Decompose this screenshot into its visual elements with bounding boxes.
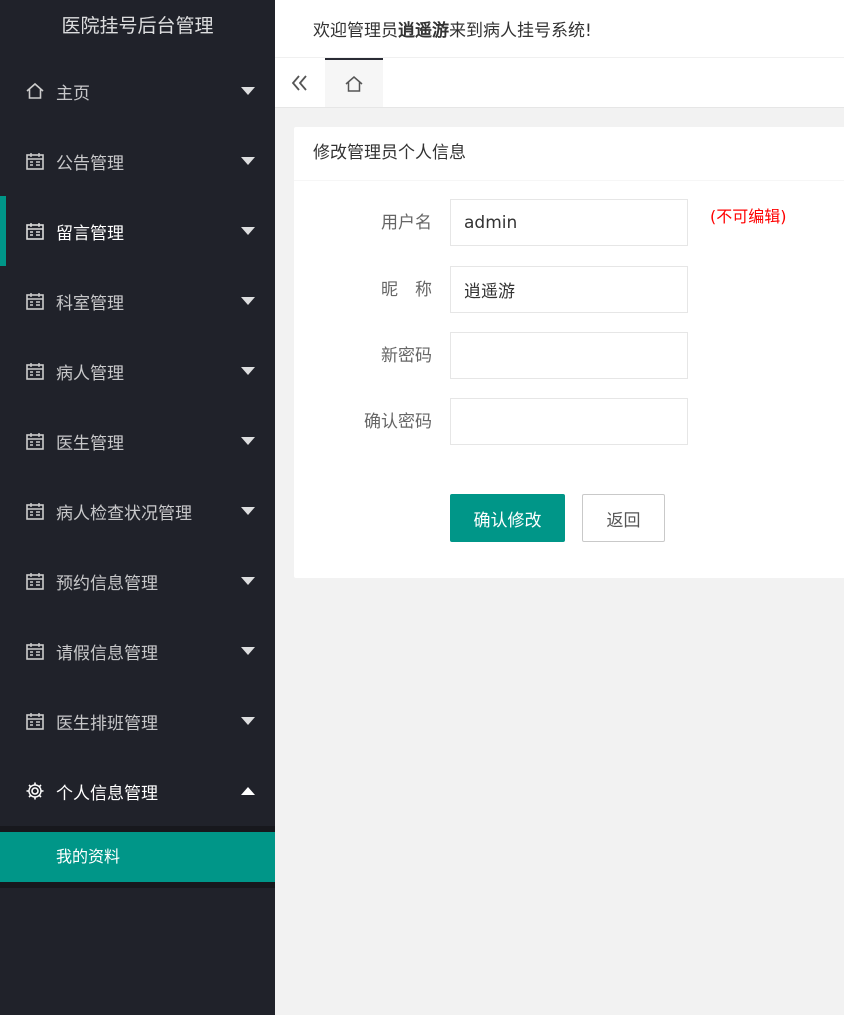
- chevron-down-icon: [241, 87, 255, 95]
- chevron-down-icon: [241, 157, 255, 165]
- chevron-down-icon: [241, 227, 255, 235]
- calendar-icon: [24, 220, 46, 242]
- tab-home[interactable]: [325, 58, 383, 107]
- tab-bar: [275, 58, 844, 108]
- sidebar-item-label: 个人信息管理: [56, 783, 158, 804]
- sidebar-item-home[interactable]: 主页: [0, 56, 275, 126]
- card-title: 修改管理员个人信息: [294, 127, 844, 181]
- sidebar-item-profile[interactable]: 个人信息管理: [0, 756, 275, 826]
- sidebar-item-label: 病人检查状况管理: [56, 503, 192, 524]
- sidebar-item-label: 请假信息管理: [56, 643, 158, 664]
- new-password-field[interactable]: [450, 332, 688, 379]
- new-password-label: 新密码: [381, 346, 432, 366]
- welcome-prefix: 欢迎管理员: [313, 21, 398, 41]
- submenu-item-my-profile[interactable]: 我的资料: [0, 832, 275, 882]
- chevron-up-icon: [241, 787, 255, 795]
- nickname-row: 昵 称: [294, 266, 844, 314]
- chevron-down-icon: [241, 297, 255, 305]
- sidebar-item-label: 主页: [56, 83, 90, 104]
- submenu-profile: 我的资料: [0, 826, 275, 888]
- collapse-sidebar-button[interactable]: [275, 58, 325, 107]
- nickname-field[interactable]: [450, 266, 688, 313]
- chevron-down-icon: [241, 647, 255, 655]
- app-logo: 医院挂号后台管理: [61, 15, 214, 37]
- profile-edit-card: 修改管理员个人信息 用户名 (不可编辑) 昵 称 新密码 确认密码 确认修改 返…: [294, 127, 844, 578]
- sidebar-item-label: 公告管理: [56, 153, 124, 174]
- home-icon: [345, 75, 363, 92]
- sidebar-item-label: 预约信息管理: [56, 573, 158, 594]
- gear-icon: [24, 780, 46, 802]
- calendar-icon: [24, 430, 46, 452]
- sidebar-item-appointments[interactable]: 预约信息管理: [0, 546, 275, 616]
- sidebar-item-label: 医生管理: [56, 433, 124, 454]
- top-header: 欢迎管理员逍遥游来到病人挂号系统!: [275, 0, 844, 58]
- sidebar-item-patients[interactable]: 病人管理: [0, 336, 275, 406]
- calendar-icon: [24, 500, 46, 522]
- nickname-label: 昵 称: [381, 280, 432, 300]
- home-icon: [24, 80, 46, 102]
- sidebar-item-leave[interactable]: 请假信息管理: [0, 616, 275, 686]
- calendar-icon: [24, 640, 46, 662]
- sidebar-item-label: 医生排班管理: [56, 713, 158, 734]
- sidebar-item-notice[interactable]: 公告管理: [0, 126, 275, 196]
- chevron-down-icon: [241, 437, 255, 445]
- not-editable-note: (不可编辑): [710, 207, 787, 226]
- calendar-icon: [24, 290, 46, 312]
- new-password-row: 新密码: [294, 332, 844, 380]
- welcome-suffix: 来到病人挂号系统!: [449, 21, 592, 41]
- confirm-password-field[interactable]: [450, 398, 688, 445]
- sidebar-item-patient-checkups[interactable]: 病人检查状况管理: [0, 476, 275, 546]
- sidebar-item-departments[interactable]: 科室管理: [0, 266, 275, 336]
- calendar-icon: [24, 570, 46, 592]
- sidebar: 医院挂号后台管理 主页 公告管理 留言管理 科室管理 病人管理 医生管理 病人检…: [0, 0, 275, 1015]
- welcome-username: 逍遥游: [398, 21, 449, 41]
- confirm-password-row: 确认密码: [294, 398, 844, 446]
- welcome-message: 欢迎管理员逍遥游来到病人挂号系统!: [313, 16, 592, 41]
- chevron-down-icon: [241, 577, 255, 585]
- username-field[interactable]: [450, 199, 688, 246]
- sidebar-item-schedules[interactable]: 医生排班管理: [0, 686, 275, 756]
- sidebar-item-doctors[interactable]: 医生管理: [0, 406, 275, 476]
- sidebar-item-label: 科室管理: [56, 293, 124, 314]
- double-chevron-left-icon: [291, 74, 307, 91]
- sidebar-item-label: 留言管理: [56, 223, 124, 244]
- back-button[interactable]: 返回: [582, 494, 665, 542]
- confirm-modify-button[interactable]: 确认修改: [450, 494, 565, 542]
- confirm-password-label: 确认密码: [364, 412, 432, 432]
- chevron-down-icon: [241, 367, 255, 375]
- username-label: 用户名: [381, 213, 432, 233]
- calendar-icon: [24, 710, 46, 732]
- sidebar-item-messages[interactable]: 留言管理: [0, 196, 275, 266]
- chevron-down-icon: [241, 717, 255, 725]
- calendar-icon: [24, 360, 46, 382]
- calendar-icon: [24, 150, 46, 172]
- chevron-down-icon: [241, 507, 255, 515]
- sidebar-item-label: 病人管理: [56, 363, 124, 384]
